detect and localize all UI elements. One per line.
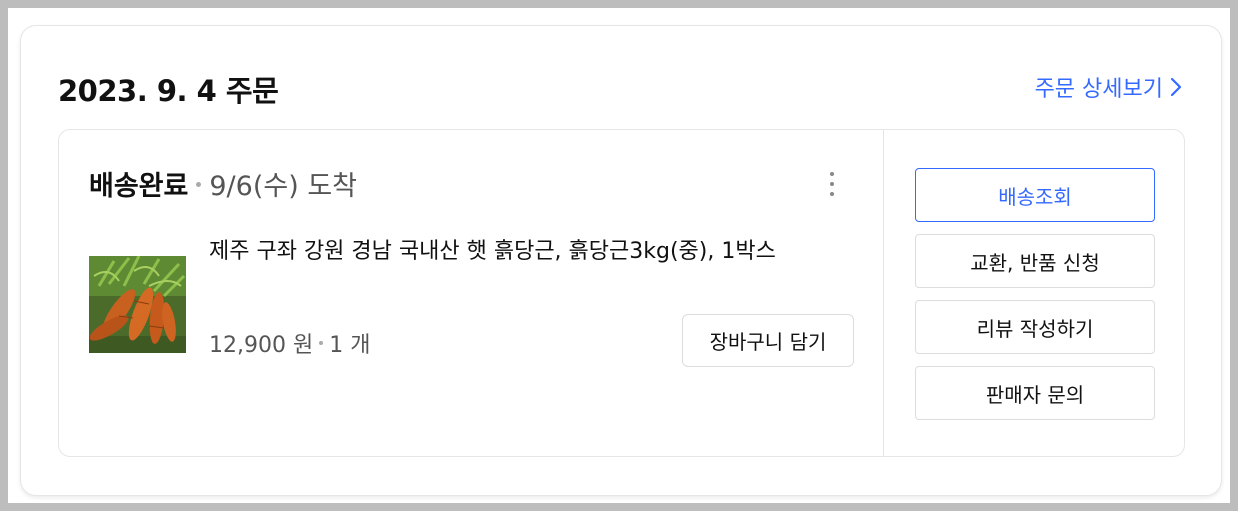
order-date-title: 2023. 9. 4 주문 [58,74,279,108]
product-quantity: 1 개 [329,333,371,358]
product-price: 12,900 원 [209,333,314,358]
product-thumbnail[interactable] [89,256,186,353]
shipment-info: 배송완료 9/6(수) 도착 제주 구좌 강원 경남 국내산 햇 흙당근, 흙당… [59,130,884,456]
arrival-date: 9/6(수) 도착 [209,171,357,202]
order-detail-link[interactable]: 주문 상세보기 [1035,71,1183,103]
separator-dot [319,341,324,345]
order-detail-label: 주문 상세보기 [1034,77,1163,102]
ask-seller-button[interactable]: 판매자 문의 [915,366,1155,420]
shipment-status-row: 배송완료 9/6(수) 도착 [89,164,357,203]
product-name[interactable]: 제주 구좌 강원 경남 국내산 햇 흙당근, 흙당근3kg(중), 1박스 [209,235,849,269]
chevron-right-icon [1170,77,1182,97]
page-frame: 2023. 9. 4 주문 주문 상세보기 배송완료 9/6(수) 도착 제주 … [8,8,1230,503]
carrots-photo-icon [89,256,186,353]
write-review-button[interactable]: 리뷰 작성하기 [915,300,1155,354]
more-options-icon[interactable] [825,170,839,198]
add-to-cart-button[interactable]: 장바구니 담기 [682,314,854,367]
order-card: 2023. 9. 4 주문 주문 상세보기 배송완료 9/6(수) 도착 제주 … [20,25,1222,496]
price-quantity-row: 12,900 원 1 개 [209,327,370,359]
delivery-status: 배송완료 [89,171,189,202]
shipment-box: 배송완료 9/6(수) 도착 제주 구좌 강원 경남 국내산 햇 흙당근, 흙당… [58,129,1185,457]
separator-dot [196,182,202,187]
track-delivery-button[interactable]: 배송조회 [915,168,1155,222]
order-actions: 배송조회 교환, 반품 신청 리뷰 작성하기 판매자 문의 [915,168,1155,432]
exchange-return-button[interactable]: 교환, 반품 신청 [915,234,1155,288]
